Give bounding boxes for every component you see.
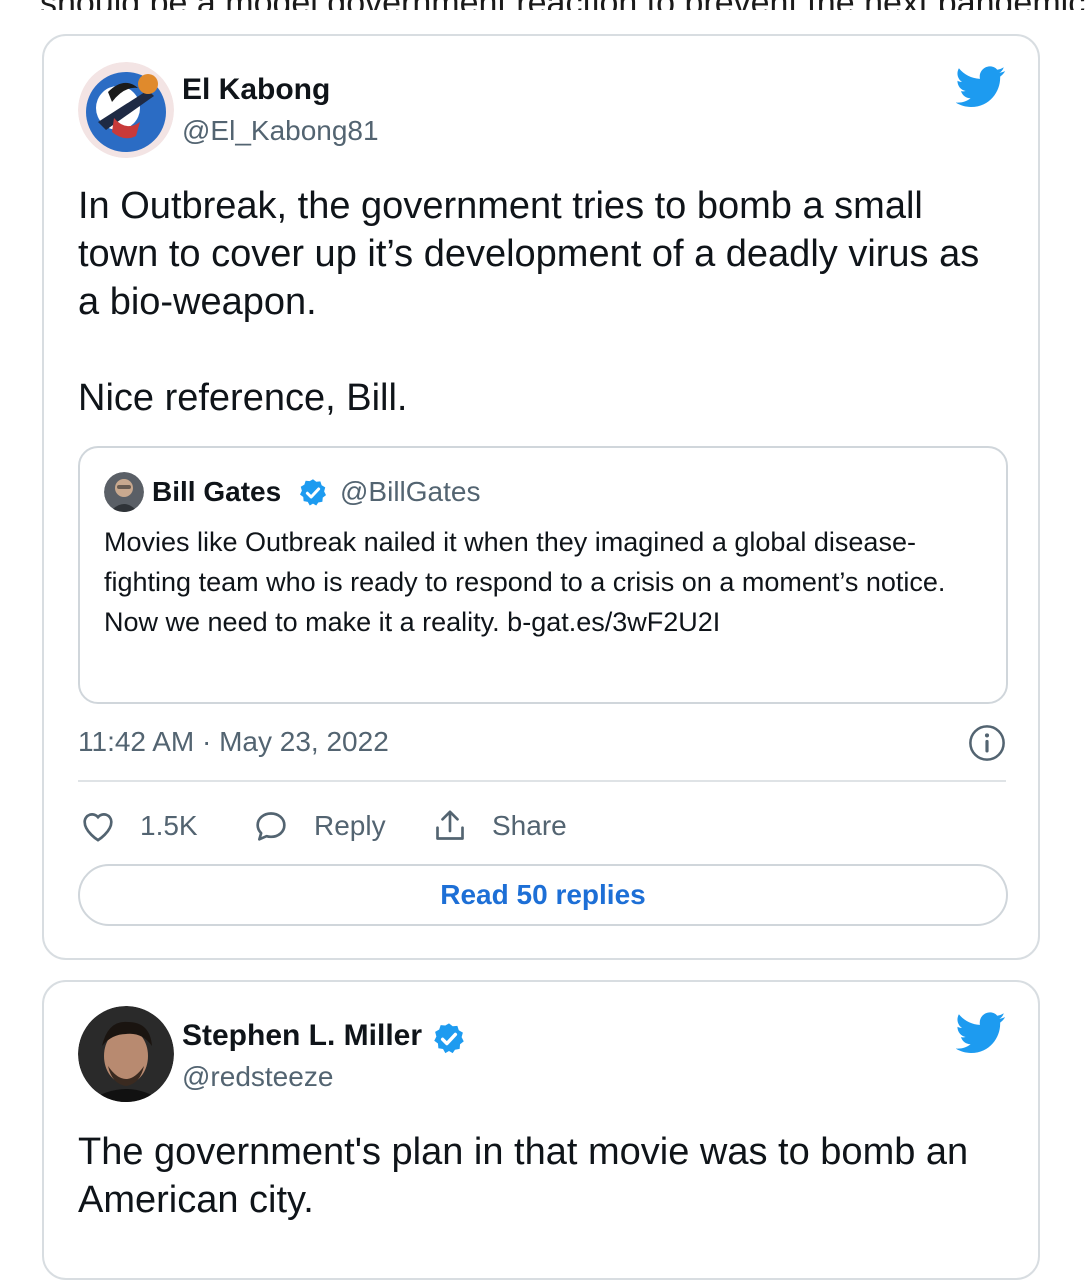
verified-badge-icon [434, 1023, 464, 1054]
like-count: 1.5K [140, 810, 198, 841]
verified-badge-icon [300, 479, 326, 506]
speech-bubble-icon [256, 812, 286, 841]
timestamp[interactable]: 11:42 AM · May 23, 2022 [78, 724, 389, 760]
twitter-bird-icon[interactable] [956, 1012, 1006, 1054]
info-icon[interactable] [968, 724, 1006, 762]
quoted-handle[interactable]: @BillGates [340, 474, 480, 510]
share-upload-icon [436, 810, 464, 840]
share-button[interactable]: Share [430, 806, 567, 846]
display-name[interactable]: Stephen L. Miller [182, 1018, 422, 1054]
quoted-display-name[interactable]: Bill Gates [152, 474, 281, 510]
like-button[interactable]: 1.5K [78, 806, 198, 846]
reply-label: Reply [314, 810, 386, 841]
tweet-text: In Outbreak, the government tries to bom… [78, 182, 1004, 422]
clipped-article-text: should be a model government reaction to… [40, 0, 1092, 10]
tweet-card[interactable]: El Kabong @El_Kabong81 In Outbreak, the … [42, 34, 1040, 960]
tweet-card[interactable]: Stephen L. Miller @redsteeze The governm… [42, 980, 1040, 1280]
avatar[interactable] [78, 1006, 174, 1102]
tweet-text-paragraph: In Outbreak, the government tries to bom… [78, 185, 980, 323]
quoted-text: Movies like Outbreak nailed it when they… [104, 527, 946, 637]
avatar[interactable] [78, 62, 174, 158]
read-replies-button[interactable]: Read 50 replies [78, 864, 1008, 926]
share-label: Share [492, 810, 567, 841]
divider [78, 780, 1006, 782]
twitter-bird-icon[interactable] [956, 66, 1006, 108]
tweet-text-paragraph: Nice reference, Bill. [78, 377, 408, 419]
quoted-avatar[interactable] [104, 472, 144, 512]
quoted-tweet[interactable]: Bill Gates @BillGates Movies like Outbre… [78, 446, 1008, 704]
user-handle[interactable]: @El_Kabong81 [182, 114, 379, 148]
user-handle[interactable]: @redsteeze [182, 1060, 333, 1094]
display-name[interactable]: El Kabong [182, 72, 330, 108]
reply-button[interactable]: Reply [250, 806, 386, 846]
tweet-text: The government's plan in that movie was … [78, 1131, 969, 1221]
heart-icon [83, 813, 113, 842]
